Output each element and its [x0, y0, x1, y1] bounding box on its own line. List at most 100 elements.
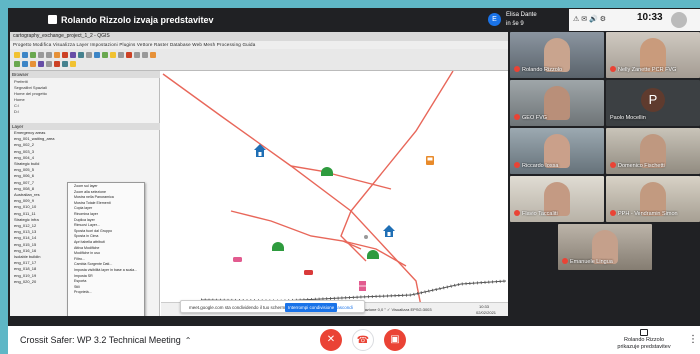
presenting-indicator[interactable]: Rolando Rizzolo prikazuje predstavitev: [604, 329, 684, 353]
presentation-icon: [48, 15, 57, 24]
participant-tile[interactable]: Domenico Fischetti: [606, 128, 700, 174]
add-csv-icon[interactable]: [30, 61, 36, 67]
hang-up-button[interactable]: ☎: [352, 329, 374, 351]
participant-grid: Rolando Rizzolo Nelly Zanette PCR FVG GE…: [510, 32, 700, 316]
road-line: [340, 70, 454, 262]
poi-fuel-station[interactable]: [426, 156, 434, 165]
road-line: [230, 210, 407, 267]
participant-label: Domenico Fischetti: [610, 162, 700, 170]
attribute-table-icon[interactable]: [78, 52, 84, 58]
participant-avatar: P: [641, 88, 665, 112]
zoom-out-icon[interactable]: [46, 52, 52, 58]
participant-tile[interactable]: Nelly Zanette PCR FVG: [606, 32, 700, 78]
zoom-in-icon[interactable]: [38, 52, 44, 58]
qgis-menu-bar[interactable]: Progetto Modifica Visualizza Layer Impos…: [10, 41, 508, 49]
browser-panel-header: Browser: [10, 71, 160, 78]
stop-sharing-button[interactable]: Interrompi condivisione: [285, 303, 338, 312]
browser-item[interactable]: D:\: [14, 109, 154, 115]
participant-tile[interactable]: PPH - Vendramin Simon: [606, 176, 700, 222]
layer-context-menu: Zoom sul layer Zoom alla selezione Mostr…: [67, 182, 145, 316]
camera-off-button[interactable]: ▣: [384, 329, 406, 351]
muted-mic-icon: [610, 210, 616, 216]
muted-mic-icon: [514, 210, 520, 216]
participant-tile[interactable]: Flavio Taccaliti: [510, 176, 604, 222]
participant-label: GEO FVG: [514, 114, 604, 122]
signed-in-user-chip[interactable]: E Elisa Dante in še 9: [488, 10, 568, 30]
add-raster-icon[interactable]: [22, 61, 28, 67]
add-layer-icon[interactable]: [102, 52, 108, 58]
undo-icon[interactable]: [134, 52, 140, 58]
system-tray: ⚠ ✉ 🔊 ⚙ 10:33: [569, 9, 700, 31]
edit-icon[interactable]: [118, 52, 124, 58]
presenting-name: Rolando Rizzolo: [623, 337, 665, 343]
hang-up-icon: ☎: [356, 335, 370, 346]
poi-pink-vehicle[interactable]: [233, 257, 242, 262]
qgis-toolbar: [10, 49, 508, 71]
participant-tile[interactable]: GEO FVG: [510, 80, 604, 126]
mic-off-button[interactable]: ✕: [320, 329, 342, 351]
map-canvas[interactable]: [161, 70, 508, 316]
add-spatialite-icon[interactable]: [54, 61, 60, 67]
redo-icon[interactable]: [142, 52, 148, 58]
muted-mic-icon: [610, 162, 616, 168]
railway-line: [200, 279, 507, 303]
participant-name: Riccardo Iossa: [522, 163, 559, 169]
add-postgis-icon[interactable]: [46, 61, 52, 67]
self-view-avatar[interactable]: [671, 12, 687, 28]
meet-bottom-bar: Crossit Safer: WP 3.2 Technical Meeting ⌃…: [8, 326, 700, 354]
poi-blue-house[interactable]: [383, 225, 395, 237]
hide-notice-button[interactable]: Nascondi: [331, 303, 356, 312]
poi-green-shelter[interactable]: [367, 250, 379, 259]
poi-green-shelter[interactable]: [321, 167, 333, 176]
tray-icons[interactable]: ⚠ ✉ 🔊 ⚙: [573, 15, 633, 25]
muted-mic-icon: [514, 66, 520, 72]
add-wms-icon[interactable]: [38, 61, 44, 67]
participant-label: Emanuele Lingua: [562, 258, 652, 266]
participant-label: Flavio Taccaliti: [514, 210, 604, 218]
new-layer-icon[interactable]: [94, 52, 100, 58]
context-menu-item[interactable]: Proprietà...: [74, 290, 144, 296]
participant-label: Riccardo Iossa: [514, 162, 604, 170]
save-icon[interactable]: [22, 52, 28, 58]
pan-icon[interactable]: [30, 52, 36, 58]
participant-tile[interactable]: Rolando Rizzolo: [510, 32, 604, 78]
meet-top-bar: Rolando Rizzolo izvaja predstavitev E El…: [8, 8, 700, 32]
participant-tile[interactable]: P Paolo Mocellin: [606, 80, 700, 126]
muted-mic-icon: [514, 162, 520, 168]
participant-label: Rolando Rizzolo: [514, 66, 604, 74]
open-project-icon[interactable]: [14, 52, 20, 58]
camera-off-icon: ▣: [390, 334, 400, 345]
digitize-icon[interactable]: [110, 52, 116, 58]
participant-tile[interactable]: Emanuele Lingua: [558, 224, 652, 270]
select-icon[interactable]: [62, 52, 68, 58]
delete-icon[interactable]: [126, 52, 132, 58]
add-delimited-icon[interactable]: [70, 61, 76, 67]
poi-blue-house[interactable]: [254, 144, 266, 157]
user-name: Elisa Dante: [506, 12, 537, 18]
meeting-title[interactable]: Crossit Safer: WP 3.2 Technical Meeting ⌃: [20, 333, 220, 347]
measure-icon[interactable]: [70, 52, 76, 58]
participant-name: GEO FVG: [522, 115, 548, 121]
add-mesh-icon[interactable]: [62, 61, 68, 67]
qgis-window-title: cartography_exchange_project_1_2 - QGIS: [10, 32, 508, 41]
poi-green-shelter[interactable]: [272, 242, 284, 251]
presenter-banner-text: Rolando Rizzolo izvaja predstavitev: [61, 15, 214, 25]
meeting-title-text: Crossit Safer: WP 3.2 Technical Meeting: [20, 335, 181, 345]
poi-fuel-window: [427, 157, 433, 161]
context-menu-item[interactable]: Imposta visibilità layer in base a scala…: [74, 268, 144, 274]
more-options-icon[interactable]: ⋮: [688, 332, 698, 348]
poi-pink-building[interactable]: [359, 281, 366, 291]
identify-icon[interactable]: [54, 52, 60, 58]
status-date: 02/02/2021: [476, 310, 497, 315]
poi-red-vehicle[interactable]: [304, 270, 313, 275]
refresh-icon[interactable]: [86, 52, 92, 58]
screen-share-notice: meet.google.com sta condividendo il tuo …: [180, 300, 365, 313]
participant-tile[interactable]: Riccardo Iossa: [510, 128, 604, 174]
label-icon[interactable]: [150, 52, 156, 58]
add-vector-icon[interactable]: [14, 61, 20, 67]
map-node: [364, 235, 368, 239]
poi-house-door: [387, 232, 391, 236]
layers-panel-header: Layer: [10, 123, 160, 130]
present-screen-icon: [640, 329, 648, 336]
google-meet-window: Rolando Rizzolo izvaja predstavitev E El…: [8, 8, 700, 354]
